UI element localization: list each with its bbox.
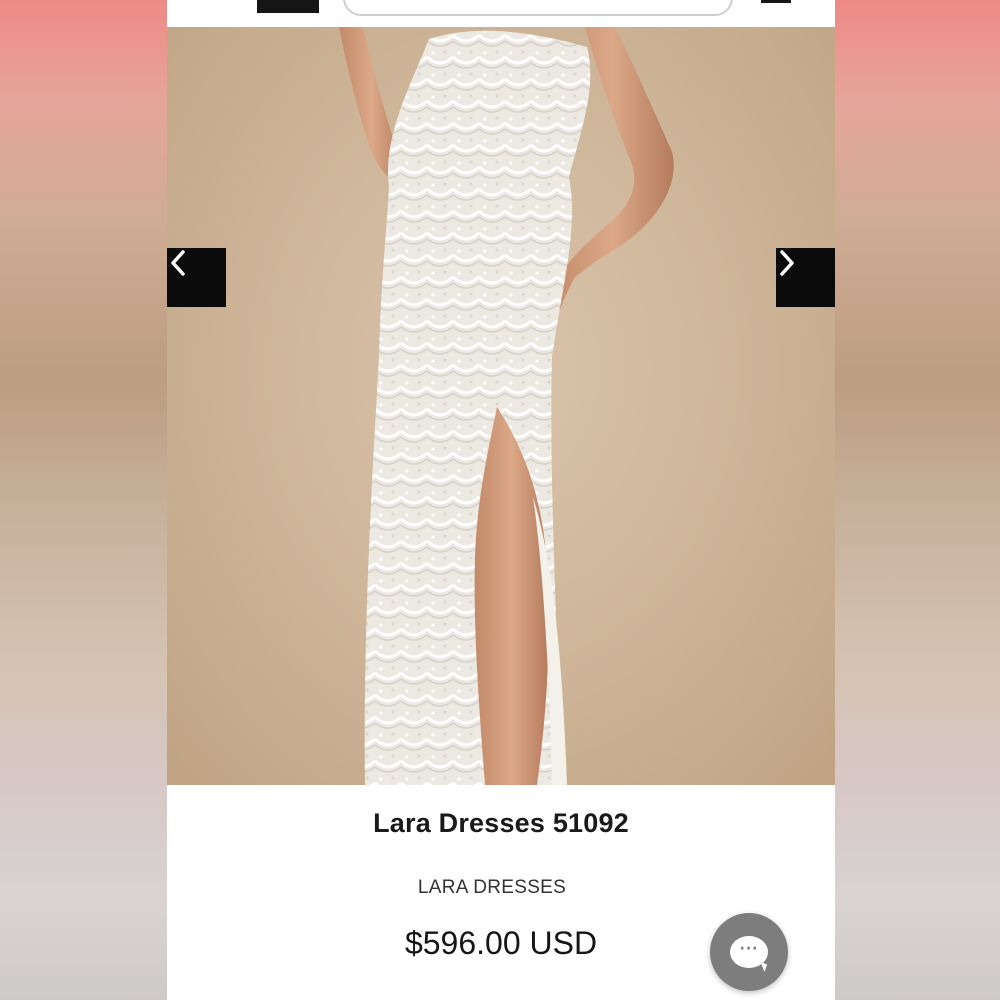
previous-image-button[interactable] xyxy=(167,248,226,307)
product-image-gallery[interactable] xyxy=(167,27,835,785)
product-brand[interactable]: LARA DRESSES xyxy=(167,877,817,899)
right-background xyxy=(835,0,1000,1000)
chat-bubble-icon: ··· xyxy=(730,936,768,968)
chat-button[interactable]: ··· xyxy=(710,913,788,991)
chevron-right-icon xyxy=(780,250,794,276)
search-input[interactable] xyxy=(343,0,733,16)
menu-icon[interactable] xyxy=(761,0,791,3)
top-header xyxy=(167,0,835,28)
next-image-button[interactable] xyxy=(776,248,835,307)
product-title: Lara Dresses 51092 xyxy=(373,808,629,838)
chevron-left-icon xyxy=(171,250,185,276)
product-photo xyxy=(339,27,674,785)
chat-dots: ··· xyxy=(739,941,759,957)
left-background xyxy=(0,0,167,1000)
store-logo[interactable] xyxy=(257,0,319,13)
mobile-screen: Lara Dresses 51092 LARA DRESSES $596.00 … xyxy=(167,0,835,1000)
